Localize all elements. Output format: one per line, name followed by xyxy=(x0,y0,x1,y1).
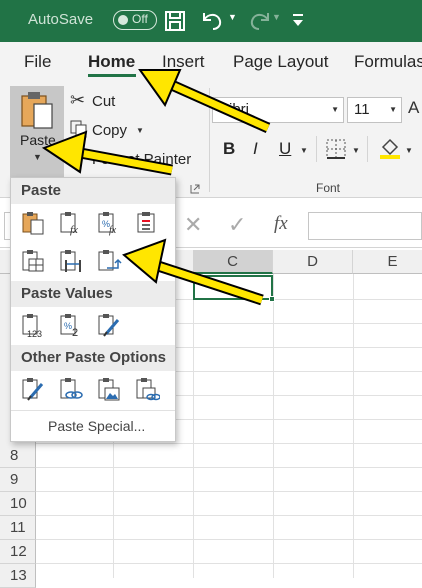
formula-input[interactable] xyxy=(308,212,422,240)
tab-insert[interactable]: Insert xyxy=(162,52,205,72)
values-number-formatting-icon[interactable]: % 2 xyxy=(58,312,84,339)
paste-dropdown-icon[interactable]: ▼ xyxy=(33,152,42,162)
keep-source-column-widths-icon[interactable] xyxy=(58,248,84,274)
row-header-9[interactable]: 9 xyxy=(0,468,36,492)
paste-link-icon[interactable] xyxy=(58,376,84,402)
tab-formulas[interactable]: Formulas xyxy=(354,52,422,72)
transpose-icon[interactable] xyxy=(96,248,122,274)
fill-color-dropdown-icon[interactable]: ▼ xyxy=(405,146,413,155)
customize-qat-icon[interactable] xyxy=(292,13,304,27)
font-name-dropdown-icon[interactable]: ▼ xyxy=(331,105,339,114)
copy-icon xyxy=(70,120,88,138)
font-size-box[interactable]: 11 ▼ xyxy=(347,97,402,123)
increase-font-icon[interactable]: A xyxy=(408,98,419,118)
column-header-d[interactable]: D xyxy=(273,250,353,274)
redo-dropdown-icon[interactable]: ▼ xyxy=(272,12,281,22)
format-painter-button[interactable]: Format Painter xyxy=(92,151,191,168)
font-size-dropdown-icon[interactable]: ▼ xyxy=(389,105,397,114)
gridline xyxy=(193,274,194,578)
gridline xyxy=(353,274,354,578)
cut-button[interactable]: Cut xyxy=(92,93,115,110)
copy-dropdown-icon[interactable]: ▼ xyxy=(136,126,144,135)
row-header-8[interactable]: 8 xyxy=(0,444,36,468)
autosave-label: AutoSave xyxy=(28,11,94,28)
fill-color-icon[interactable] xyxy=(378,136,402,160)
insert-function-button[interactable]: fx xyxy=(274,213,288,235)
row-header-13[interactable]: 13 xyxy=(0,564,36,588)
cut-icon: ✂ xyxy=(70,90,86,110)
gridline xyxy=(273,274,274,578)
no-borders-icon[interactable] xyxy=(20,248,46,274)
paste-label: Paste xyxy=(20,132,56,148)
clipboard-icon xyxy=(18,90,56,130)
keep-source-formatting-icon[interactable] xyxy=(134,210,160,236)
selected-cell[interactable] xyxy=(193,275,273,300)
autosave-toggle[interactable]: Off xyxy=(113,10,157,30)
formatting-icon[interactable] xyxy=(20,376,46,402)
undo-icon[interactable] xyxy=(200,9,226,33)
paste-values-section-header: Paste Values xyxy=(11,281,175,307)
row-header-12[interactable]: 12 xyxy=(0,540,36,564)
column-header-c[interactable]: C xyxy=(193,250,273,274)
svg-text:fx: fx xyxy=(70,224,78,236)
clipboard-group-divider xyxy=(209,88,210,192)
paste-formulas-number-formatting-icon[interactable]: % fx xyxy=(96,210,122,236)
linked-picture-icon[interactable] xyxy=(134,376,161,402)
gridline xyxy=(36,443,422,444)
save-icon[interactable] xyxy=(164,10,186,32)
undo-dropdown-icon[interactable]: ▼ xyxy=(228,12,237,22)
font-name-value: ibri xyxy=(229,101,250,118)
gridline xyxy=(36,515,422,516)
row-header-11[interactable]: 11 xyxy=(0,516,36,540)
gridline xyxy=(36,563,422,564)
font-size-value: 11 xyxy=(354,101,370,118)
fill-handle[interactable] xyxy=(269,296,275,302)
menu-divider xyxy=(11,410,175,411)
svg-text:fx: fx xyxy=(109,225,117,236)
svg-text:%: % xyxy=(64,321,72,331)
copy-button[interactable]: Copy xyxy=(92,122,127,139)
underline-button[interactable]: U xyxy=(279,139,291,159)
other-paste-options-section-header: Other Paste Options xyxy=(11,345,175,371)
underline-dropdown-icon[interactable]: ▼ xyxy=(300,146,308,155)
tab-home[interactable]: Home xyxy=(88,52,135,72)
paste-section-header: Paste xyxy=(11,178,175,204)
toggle-knob xyxy=(118,15,128,25)
autosave-state: Off xyxy=(132,12,148,26)
paste-formulas-icon[interactable]: fx xyxy=(58,210,84,236)
bold-button[interactable]: B xyxy=(223,139,235,159)
borders-dropdown-icon[interactable]: ▼ xyxy=(352,146,360,155)
paste-values-icon[interactable]: 123 xyxy=(20,312,46,339)
gridline xyxy=(36,539,422,540)
confirm-entry-icon[interactable]: ✓ xyxy=(228,212,246,238)
cancel-entry-icon[interactable]: ✕ xyxy=(184,212,202,238)
font-group-label: Font xyxy=(316,181,341,195)
font-name-box[interactable]: ibri ▼ xyxy=(212,97,344,123)
svg-text:123: 123 xyxy=(27,329,42,338)
tab-page-layout[interactable]: Page Layout xyxy=(233,52,328,72)
ribbon-divider xyxy=(367,136,368,162)
column-header-e[interactable]: E xyxy=(353,250,422,274)
borders-icon[interactable] xyxy=(325,138,347,160)
values-source-formatting-icon[interactable] xyxy=(96,312,122,338)
row-header-10[interactable]: 10 xyxy=(0,492,36,516)
gridline xyxy=(36,491,422,492)
redo-icon[interactable] xyxy=(246,9,272,33)
gridline xyxy=(36,467,422,468)
active-tab-underline xyxy=(88,74,136,77)
tab-file[interactable]: File xyxy=(24,52,51,72)
font-dialog-launcher-icon[interactable] xyxy=(190,181,200,194)
ribbon-divider xyxy=(316,136,317,162)
paste-special-button[interactable]: Paste Special... xyxy=(48,418,145,434)
picture-icon[interactable] xyxy=(96,376,122,402)
svg-text:2: 2 xyxy=(72,327,78,338)
italic-button[interactable]: I xyxy=(253,139,258,159)
paste-icon[interactable] xyxy=(20,210,46,236)
